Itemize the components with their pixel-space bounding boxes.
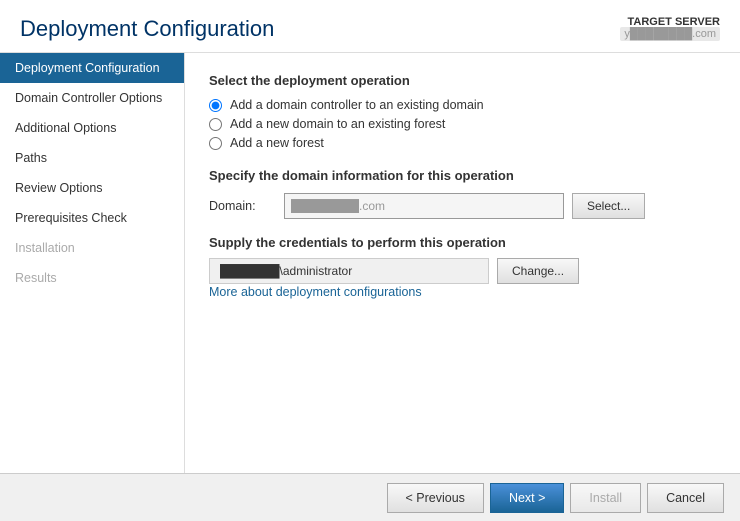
sidebar-item-prerequisites-check[interactable]: Prerequisites Check bbox=[0, 203, 184, 233]
content-area: Select the deployment operation Add a do… bbox=[185, 53, 740, 473]
credentials-label: Supply the credentials to perform this o… bbox=[209, 235, 716, 250]
domain-label: Domain: bbox=[209, 199, 284, 213]
radio-add-existing[interactable] bbox=[209, 99, 222, 112]
domain-input[interactable] bbox=[284, 193, 564, 219]
target-server-value: y████████.com bbox=[620, 27, 720, 41]
radio-add-forest[interactable] bbox=[209, 137, 222, 150]
sidebar-item-results: Results bbox=[0, 263, 184, 293]
domain-info-label: Specify the domain information for this … bbox=[209, 168, 716, 183]
radio-group: Add a domain controller to an existing d… bbox=[209, 98, 716, 150]
sidebar-item-installation: Installation bbox=[0, 233, 184, 263]
sidebar-item-domain-controller-options[interactable]: Domain Controller Options bbox=[0, 83, 184, 113]
radio-option-add-forest[interactable]: Add a new forest bbox=[209, 136, 716, 150]
radio-option-add-new-domain[interactable]: Add a new domain to an existing forest bbox=[209, 117, 716, 131]
page-title: Deployment Configuration bbox=[20, 16, 274, 42]
credentials-value: ███████\administrator bbox=[209, 258, 489, 284]
next-button[interactable]: Next > bbox=[490, 483, 564, 513]
select-button[interactable]: Select... bbox=[572, 193, 645, 219]
previous-button[interactable]: < Previous bbox=[387, 483, 484, 513]
cancel-button[interactable]: Cancel bbox=[647, 483, 724, 513]
sidebar: Deployment Configuration Domain Controll… bbox=[0, 53, 185, 473]
change-button[interactable]: Change... bbox=[497, 258, 579, 284]
sidebar-item-additional-options[interactable]: Additional Options bbox=[0, 113, 184, 143]
sidebar-item-deployment-configuration[interactable]: Deployment Configuration bbox=[0, 53, 184, 83]
install-button[interactable]: Install bbox=[570, 483, 641, 513]
sidebar-item-review-options[interactable]: Review Options bbox=[0, 173, 184, 203]
radio-add-new-domain[interactable] bbox=[209, 118, 222, 131]
sidebar-item-paths[interactable]: Paths bbox=[0, 143, 184, 173]
credentials-section: Supply the credentials to perform this o… bbox=[209, 235, 716, 284]
more-info-link[interactable]: More about deployment configurations bbox=[209, 285, 422, 299]
credentials-row: ███████\administrator Change... bbox=[209, 258, 716, 284]
deployment-operation-label: Select the deployment operation bbox=[209, 73, 716, 88]
domain-form-row: Domain: Select... bbox=[209, 193, 716, 219]
footer: < Previous Next > Install Cancel bbox=[0, 473, 740, 521]
target-server-info: TARGET SERVER y████████.com bbox=[620, 16, 720, 40]
radio-option-add-existing[interactable]: Add a domain controller to an existing d… bbox=[209, 98, 716, 112]
